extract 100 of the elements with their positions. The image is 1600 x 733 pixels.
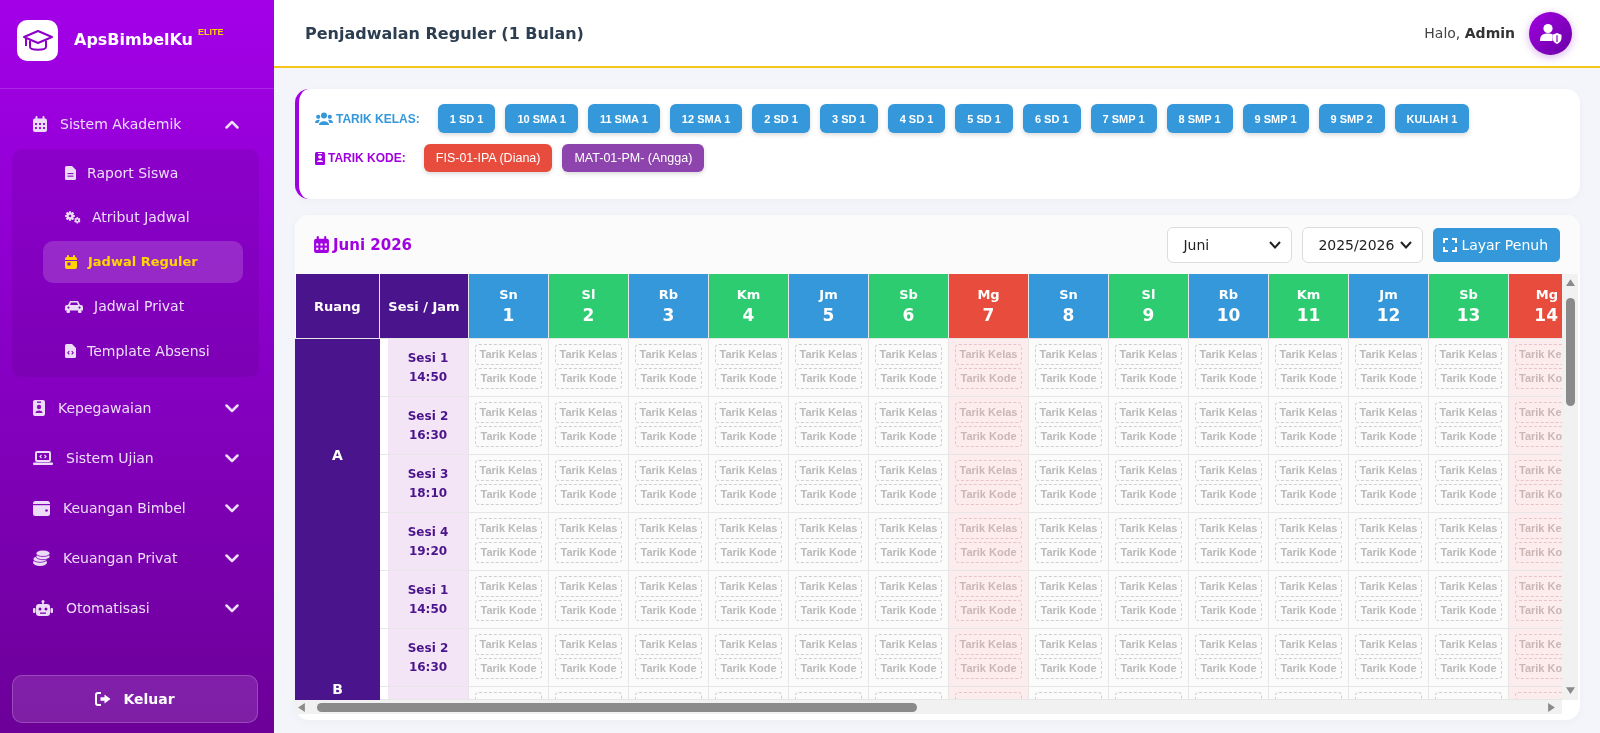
drop-slot[interactable]: Tarik Kelas (1115, 634, 1182, 655)
drop-slot[interactable] (715, 692, 782, 699)
drop-slot[interactable]: Tarik Kelas (1115, 344, 1182, 365)
drop-slot[interactable]: Tarik Kelas (1115, 402, 1182, 423)
drop-slot[interactable]: Tarik Kelas (555, 460, 622, 481)
drop-slot[interactable]: Tarik Kode (555, 600, 622, 621)
drop-slot[interactable]: Tarik Kode (1115, 542, 1182, 563)
drop-slot[interactable]: Tarik Kode (1035, 658, 1102, 679)
drop-slot[interactable]: Tarik Kode (1275, 368, 1342, 389)
drop-slot[interactable]: Tarik Kode (1275, 542, 1342, 563)
vertical-scrollbar[interactable] (1562, 274, 1578, 700)
drop-slot[interactable]: Tarik Kode (875, 542, 942, 563)
drop-slot[interactable]: Tarik Kode (795, 600, 862, 621)
drop-slot[interactable]: Tarik Kelas (475, 460, 542, 481)
drop-slot[interactable]: Tarik Kode (1195, 426, 1262, 447)
drop-slot[interactable]: Tarik Kelas (795, 460, 862, 481)
drop-slot[interactable]: Tarik Kelas (875, 576, 942, 597)
menu-item[interactable]: Otomatisasi (0, 583, 274, 633)
drop-slot[interactable]: Tarik Kode (715, 542, 782, 563)
scrollbar-thumb[interactable] (317, 702, 917, 712)
drop-slot[interactable]: Tarik Kelas (555, 344, 622, 365)
drop-slot[interactable]: Tarik Kelas (1435, 576, 1502, 597)
drop-slot[interactable]: Tarik Kelas (635, 576, 702, 597)
drop-slot[interactable]: Tarik Kelas (475, 402, 542, 423)
menu-item[interactable]: Kepegawaian (0, 383, 274, 433)
class-chip[interactable]: 5 SD 1 (955, 104, 1013, 133)
drop-slot[interactable]: Tarik Kode (1035, 368, 1102, 389)
drop-slot[interactable] (1195, 692, 1262, 699)
user-shield-icon[interactable] (1529, 11, 1572, 55)
drop-slot[interactable]: Tarik Kelas (795, 576, 862, 597)
class-chip[interactable]: 11 SMA 1 (587, 104, 660, 133)
drop-slot[interactable] (475, 692, 542, 699)
drop-slot[interactable]: Tarik Kelas (1275, 460, 1342, 481)
drop-slot[interactable]: Tarik Kode (1035, 600, 1102, 621)
drop-slot[interactable]: Tarik Kelas (1275, 518, 1342, 539)
drop-slot[interactable]: Tarik Kelas (715, 402, 782, 423)
menu-item[interactable]: Keuangan Bimbel (0, 483, 274, 533)
scroll-up-icon[interactable] (1565, 279, 1575, 286)
class-chip[interactable]: 3 SD 1 (820, 104, 878, 133)
drop-slot[interactable]: Tarik Kelas (715, 634, 782, 655)
drop-slot[interactable]: Tarik Kelas (715, 576, 782, 597)
drop-slot[interactable]: Tarik Kelas (1355, 576, 1422, 597)
drop-slot[interactable]: Tarik Kelas (475, 634, 542, 655)
class-chip[interactable]: 12 SMA 1 (669, 104, 743, 133)
drop-slot[interactable]: Tarik Kelas (635, 518, 702, 539)
drop-slot[interactable]: Tarik Kode (1195, 368, 1262, 389)
drop-slot[interactable]: Tarik Kelas (1115, 460, 1182, 481)
drop-slot[interactable]: Tarik Kelas (1115, 518, 1182, 539)
drop-slot[interactable]: Tarik Kode (555, 658, 622, 679)
drop-slot[interactable]: Tarik Kode (475, 368, 542, 389)
drop-slot[interactable]: Tarik Kode (1275, 426, 1342, 447)
drop-slot[interactable]: Tarik Kelas (1355, 402, 1422, 423)
drop-slot[interactable]: Tarik Kode (555, 484, 622, 505)
drop-slot[interactable]: Tarik Kode (795, 484, 862, 505)
drop-slot[interactable]: Tarik Kode (715, 368, 782, 389)
horizontal-scrollbar[interactable] (295, 700, 1562, 714)
class-chip[interactable]: 2 SD 1 (752, 104, 810, 133)
drop-slot[interactable]: Tarik Kelas (475, 576, 542, 597)
drop-slot[interactable]: Tarik Kode (475, 484, 542, 505)
drop-slot[interactable]: Tarik Kode (1195, 484, 1262, 505)
drop-slot[interactable]: Tarik Kode (715, 658, 782, 679)
class-chip[interactable]: 4 SD 1 (887, 104, 946, 133)
drop-slot[interactable]: Tarik Kode (555, 426, 622, 447)
drop-slot[interactable]: Tarik Kode (1115, 484, 1182, 505)
drop-slot[interactable]: Tarik Kelas (875, 634, 942, 655)
drop-slot[interactable]: Tarik Kelas (1195, 402, 1262, 423)
drop-slot[interactable]: Tarik Kode (555, 542, 622, 563)
submenu-item[interactable]: Jadwal Reguler (43, 240, 243, 283)
drop-slot[interactable]: Tarik Kode (1355, 426, 1422, 447)
drop-slot[interactable] (555, 692, 622, 699)
drop-slot[interactable]: Tarik Kelas (875, 402, 942, 423)
drop-slot[interactable]: Tarik Kelas (875, 518, 942, 539)
drop-slot[interactable]: Tarik Kode (1035, 426, 1102, 447)
drop-slot[interactable] (875, 692, 942, 699)
drop-slot[interactable]: Tarik Kelas (875, 460, 942, 481)
drop-slot[interactable]: Tarik Kelas (635, 344, 702, 365)
drop-slot[interactable]: Tarik Kode (1115, 600, 1182, 621)
drop-slot[interactable]: Tarik Kelas (1195, 460, 1262, 481)
drop-slot[interactable]: Tarik Kelas (555, 576, 622, 597)
drop-slot[interactable]: Tarik Kelas (715, 344, 782, 365)
menu-item[interactable]: Sistem Ujian (0, 433, 274, 483)
drop-slot[interactable]: Tarik Kode (635, 484, 702, 505)
drop-slot[interactable]: Tarik Kode (1435, 368, 1502, 389)
drop-slot[interactable]: Tarik Kelas (795, 402, 862, 423)
drop-slot[interactable]: Tarik Kelas (1435, 344, 1502, 365)
drop-slot[interactable]: Tarik Kelas (475, 344, 542, 365)
submenu-item[interactable]: Atribut Jadwal (43, 196, 243, 238)
drop-slot[interactable] (1355, 692, 1422, 699)
drop-slot[interactable]: Tarik Kelas (635, 460, 702, 481)
drop-slot[interactable]: Tarik Kelas (1355, 518, 1422, 539)
drop-slot[interactable]: Tarik Kode (795, 426, 862, 447)
drop-slot[interactable]: Tarik Kelas (715, 518, 782, 539)
scroll-right-icon[interactable] (1548, 702, 1555, 712)
scrollbar-thumb[interactable] (1565, 298, 1575, 406)
drop-slot[interactable]: Tarik Kelas (1435, 518, 1502, 539)
drop-slot[interactable]: Tarik Kode (1435, 600, 1502, 621)
submenu-item[interactable]: Template Absensi (43, 329, 243, 372)
drop-slot[interactable]: Tarik Kode (1435, 542, 1502, 563)
logout-button[interactable]: Keluar (12, 675, 258, 723)
drop-slot[interactable]: Tarik Kode (1115, 426, 1182, 447)
